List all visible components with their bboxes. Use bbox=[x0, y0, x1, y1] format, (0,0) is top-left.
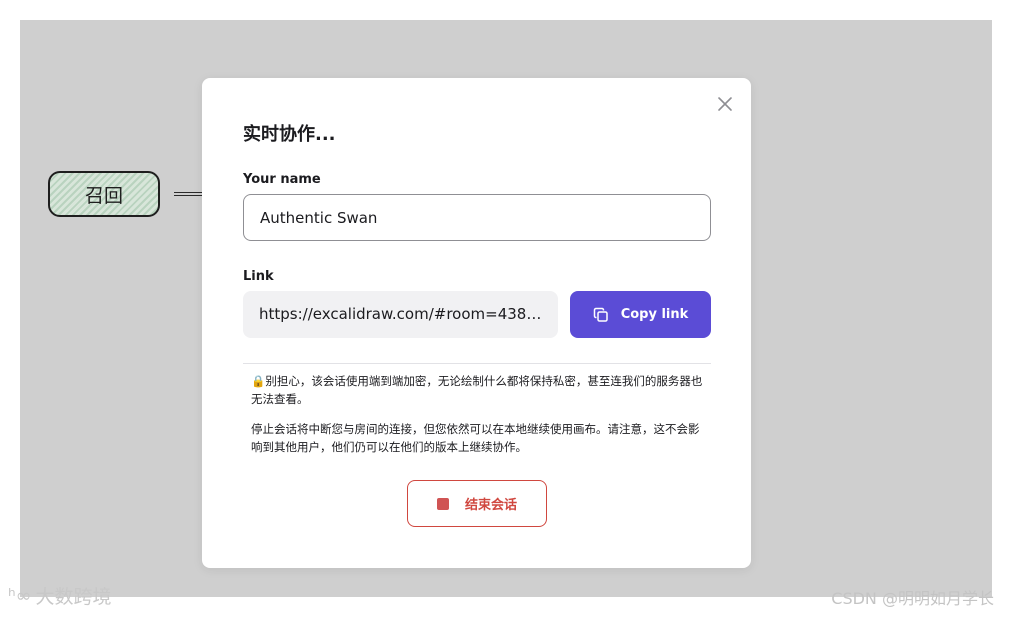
lock-icon: 🔒 bbox=[251, 374, 266, 388]
dialog-title: 实时协作... bbox=[243, 124, 336, 145]
copy-link-button[interactable]: Copy link bbox=[570, 291, 711, 338]
link-label: Link bbox=[243, 269, 274, 284]
name-input[interactable] bbox=[243, 194, 711, 241]
link-field[interactable]: https://excalidraw.com/#room=438f18c… bbox=[243, 291, 558, 338]
canvas-shape-label: 召回 bbox=[84, 184, 123, 207]
divider bbox=[243, 363, 711, 364]
copy-icon bbox=[593, 307, 608, 322]
copy-link-label: Copy link bbox=[620, 307, 689, 322]
watermark-right: CSDN @明明如月学长 bbox=[831, 589, 994, 608]
close-icon bbox=[718, 97, 732, 111]
watermark-logo: ʰ∞ bbox=[8, 584, 32, 607]
canvas-connector-line[interactable] bbox=[174, 192, 204, 196]
stop-session-note: 停止会话将中断您与房间的连接，但您依然可以在本地继续使用画布。请注意，这不会影响… bbox=[251, 422, 700, 454]
stop-session-label: 结束会话 bbox=[464, 498, 517, 513]
stop-session-button[interactable]: 结束会话 bbox=[407, 480, 547, 527]
privacy-note-text: 别担心，该会话使用端到端加密，无论绘制什么都将保持私密，甚至连我们的服务器也无法… bbox=[251, 374, 703, 406]
watermark-left-text: 大数跨境 bbox=[35, 586, 112, 608]
close-button[interactable] bbox=[715, 94, 735, 114]
watermark-left: ʰ∞ 大数跨境 bbox=[8, 582, 112, 609]
stop-icon bbox=[436, 497, 449, 510]
name-label: Your name bbox=[243, 172, 321, 187]
live-collaboration-dialog: 实时协作... Your name Link https://excalidra… bbox=[202, 78, 751, 568]
canvas-shape-node[interactable]: 召回 bbox=[48, 171, 160, 217]
privacy-note: 🔒别担心，该会话使用端到端加密，无论绘制什么都将保持私密，甚至连我们的服务器也无… bbox=[251, 372, 707, 408]
